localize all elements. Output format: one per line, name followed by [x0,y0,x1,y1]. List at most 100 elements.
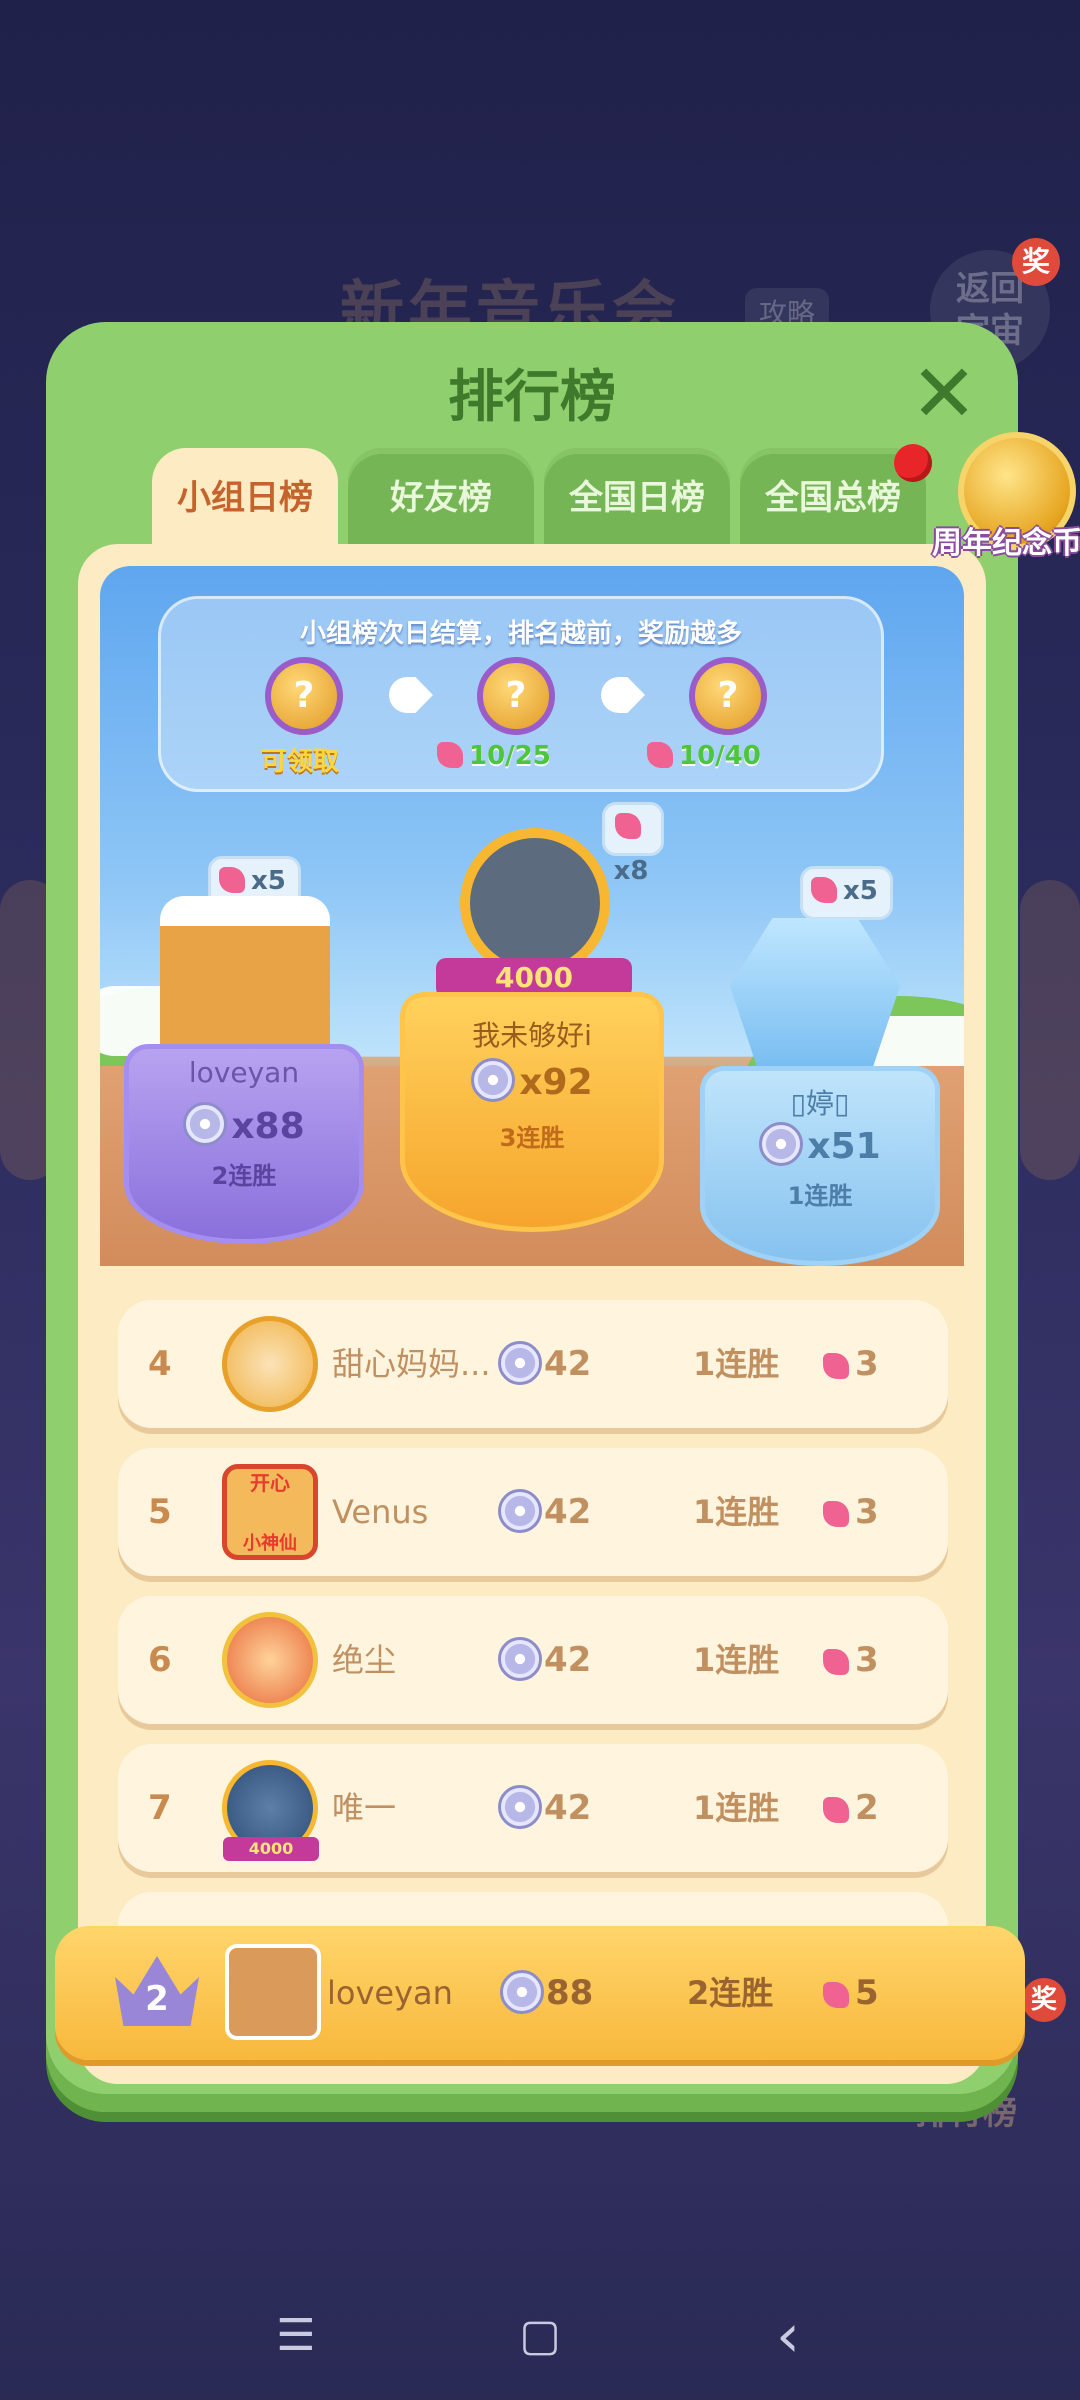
disc-icon [183,1102,228,1146]
rooster-frame-avatar [460,828,610,978]
streak: 1连胜 [693,1345,780,1383]
score: 42 [498,1448,591,1576]
player-name: loveyan [327,1974,453,2012]
flower-count: 5 [823,1926,879,2060]
podium-third[interactable]: x5 ▯婷▯ x51 1连胜 [700,866,940,1266]
reward-caption-2: 10/25 [437,741,551,771]
player-name: 唯一 [332,1789,397,1827]
flower-count: 3 [823,1596,879,1724]
player-name: Venus [332,1493,429,1531]
podium-second[interactable]: x5 loveyan x88 2连胜 [124,856,364,1246]
system-navbar: ☰ ▢ ‹ [0,2290,1080,2380]
arrow-icon [601,677,645,713]
reward-chest-1[interactable]: ? [265,657,343,735]
podium-name: ▯婷▯ [790,1087,850,1120]
flower-bubble: x8 [602,802,664,886]
disc-icon [498,1785,542,1829]
podium-first[interactable]: x8 4000 我未够好i x92 3连胜 [400,802,664,1232]
streak: 2连胜 [687,1974,774,2012]
tab-group-daily[interactable]: 小组日榜 [152,448,338,558]
reward-caption-3: 10/40 [647,741,761,771]
arrow-icon [389,677,433,713]
flower-count: 2 [823,1744,879,1872]
rank-number: 4 [148,1344,172,1384]
streak: 1连胜 [693,1493,780,1531]
content-area: 小组榜次日结算，排名越前，奖励越多 ? ? ? 可领取 10/25 10/40 … [78,544,986,2084]
anniversary-coin-label: 周年纪念币 [932,526,1080,561]
my-rank-bar[interactable]: 2 loveyan 88 2连胜 5 [55,1926,1025,2060]
snow-house-avatar [160,896,330,1056]
flower-icon [823,1353,849,1379]
avatar [222,1612,318,1708]
close-icon: ✕ [910,347,978,440]
disc-icon [759,1122,804,1166]
list-item[interactable]: 6 绝尘 42 1连胜 3 [118,1596,948,1724]
avatar [225,1944,321,2040]
tab-notification-dot [894,444,932,482]
flower-icon [647,742,673,768]
score: 42 [498,1300,591,1428]
close-button[interactable]: ✕ [908,354,980,434]
avatar-badge-top: 开心 [250,1471,290,1495]
flower-icon [437,742,463,768]
flower-icon [811,877,837,903]
rank-number: 6 [148,1640,172,1680]
flower-icon [823,1649,849,1675]
podium-streak: 3连胜 [499,1124,565,1152]
back-icon[interactable]: ‹ [758,2306,818,2366]
tab-national-daily[interactable]: 全国日榜 [544,448,730,548]
podium-streak: 1连胜 [787,1182,853,1210]
flower-icon [615,813,641,839]
rank-number: 5 [148,1492,172,1532]
flower-count: 3 [823,1300,879,1428]
disc-icon [498,1341,542,1385]
podium-streak: 2连胜 [211,1162,277,1190]
reward-tag-lower: 奖 [1022,1978,1066,2022]
disc-icon [500,1970,544,2014]
rank-number: 7 [148,1788,172,1828]
reward-tag: 奖 [1012,238,1060,286]
podium-score: x92 [400,1058,664,1103]
frame-ribbon: 4000 [223,1837,319,1861]
bg-side-right [1020,880,1080,1180]
reward-chest-2[interactable]: ? [477,657,555,735]
sky-scene: 小组榜次日结算，排名越前，奖励越多 ? ? ? 可领取 10/25 10/40 … [100,566,964,1266]
flower-icon [219,867,245,893]
score: 42 [498,1744,591,1872]
crown-icon: 2 [115,1956,199,2026]
flower-count: 3 [823,1448,879,1576]
panel-title: 排行榜 [448,365,616,430]
player-name: 绝尘 [332,1641,397,1679]
score: 88 [500,1926,593,2060]
streak: 1连胜 [693,1789,780,1827]
home-icon[interactable]: ▢ [510,2306,570,2366]
rules-box: 小组榜次日结算，排名越前，奖励越多 ? ? ? 可领取 10/25 10/40 [158,596,884,792]
crystal-ghost-avatar [730,918,900,1088]
disc-icon [498,1489,542,1533]
podium-score: x51 [700,1122,940,1167]
leaderboard-panel: 排行榜 ✕ 小组日榜 好友榜 全国日榜 全国总榜 小组榜次日结算，排名越前，奖励… [46,322,1080,2112]
list-item[interactable]: 5 开心 小神仙 Venus 42 1连胜 3 [118,1448,948,1576]
flower-icon [823,1797,849,1823]
reward-chest-3[interactable]: ? [689,657,767,735]
avatar [222,1316,318,1412]
avatar: 4000 [222,1760,319,1861]
reward-caption-1: 可领取 [261,747,340,777]
podium-name: loveyan [188,1056,300,1089]
podium-name: 我未够好i [472,1019,592,1052]
avatar: 开心 小神仙 [222,1464,318,1560]
streak: 1连胜 [693,1641,780,1679]
flower-icon [823,1982,849,2008]
podium-score: x88 [124,1102,364,1147]
flower-bubble: x5 [800,866,893,920]
disc-icon [498,1637,542,1681]
flower-icon [823,1501,849,1527]
menu-icon[interactable]: ☰ [266,2306,326,2366]
list-item[interactable]: 7 4000 唯一 42 1连胜 2 [118,1744,948,1872]
disc-icon [471,1058,516,1102]
score: 42 [498,1596,591,1724]
avatar-badge-bottom: 小神仙 [243,1533,297,1554]
tab-friends[interactable]: 好友榜 [348,448,534,548]
player-name: 甜心妈妈... [332,1345,491,1383]
list-item[interactable]: 4 甜心妈妈... 42 1连胜 3 [118,1300,948,1428]
